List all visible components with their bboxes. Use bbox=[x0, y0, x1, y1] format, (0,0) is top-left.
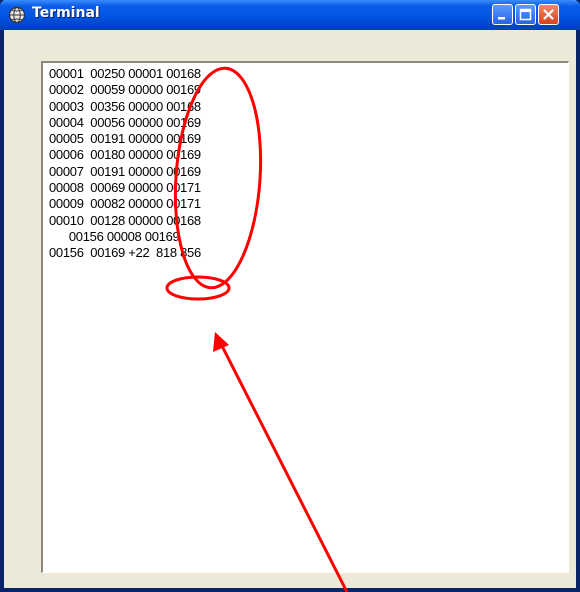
terminal-line: 00005 00191 00000 00169 bbox=[49, 131, 201, 147]
terminal-output-area[interactable]: 00001 00250 00001 00168 00002 00059 00000… bbox=[41, 61, 569, 573]
terminal-window: Terminal 00001 00250 00001 00168 00002 00… bbox=[0, 0, 580, 592]
terminal-line: 00156 00008 00169 bbox=[49, 228, 180, 244]
terminal-line: 00001 00250 00001 00168 bbox=[49, 66, 201, 81]
minimize-button[interactable] bbox=[492, 4, 513, 25]
terminal-line: 00002 00059 00000 00169 bbox=[49, 82, 201, 98]
terminal-line: 00004 00056 00000 00169 bbox=[49, 114, 201, 130]
terminal-line: 00007 00191 00000 00169 bbox=[49, 163, 201, 179]
terminal-line: 00003 00356 00000 00168 bbox=[49, 98, 201, 114]
close-button[interactable] bbox=[538, 4, 559, 25]
terminal-line: 00006 00180 00000 00169 bbox=[49, 147, 201, 163]
minimize-icon bbox=[498, 17, 505, 20]
terminal-line: 00010 00128 00000 00168 bbox=[49, 212, 201, 228]
terminal-line: 00008 00069 00000 00171 bbox=[49, 180, 201, 196]
window-title: Terminal bbox=[32, 5, 100, 21]
terminal-line: 00156 00169 +22 818 856 bbox=[49, 245, 201, 261]
maximize-button[interactable] bbox=[515, 4, 536, 25]
maximize-icon bbox=[519, 8, 532, 21]
title-bar[interactable]: Terminal bbox=[0, 0, 580, 30]
terminal-text: 00001 00250 00001 00168 00002 00059 00000… bbox=[49, 66, 201, 262]
app-globe-icon bbox=[8, 6, 26, 24]
terminal-line: 00009 00082 00000 00171 bbox=[49, 196, 201, 212]
close-icon bbox=[543, 9, 554, 20]
